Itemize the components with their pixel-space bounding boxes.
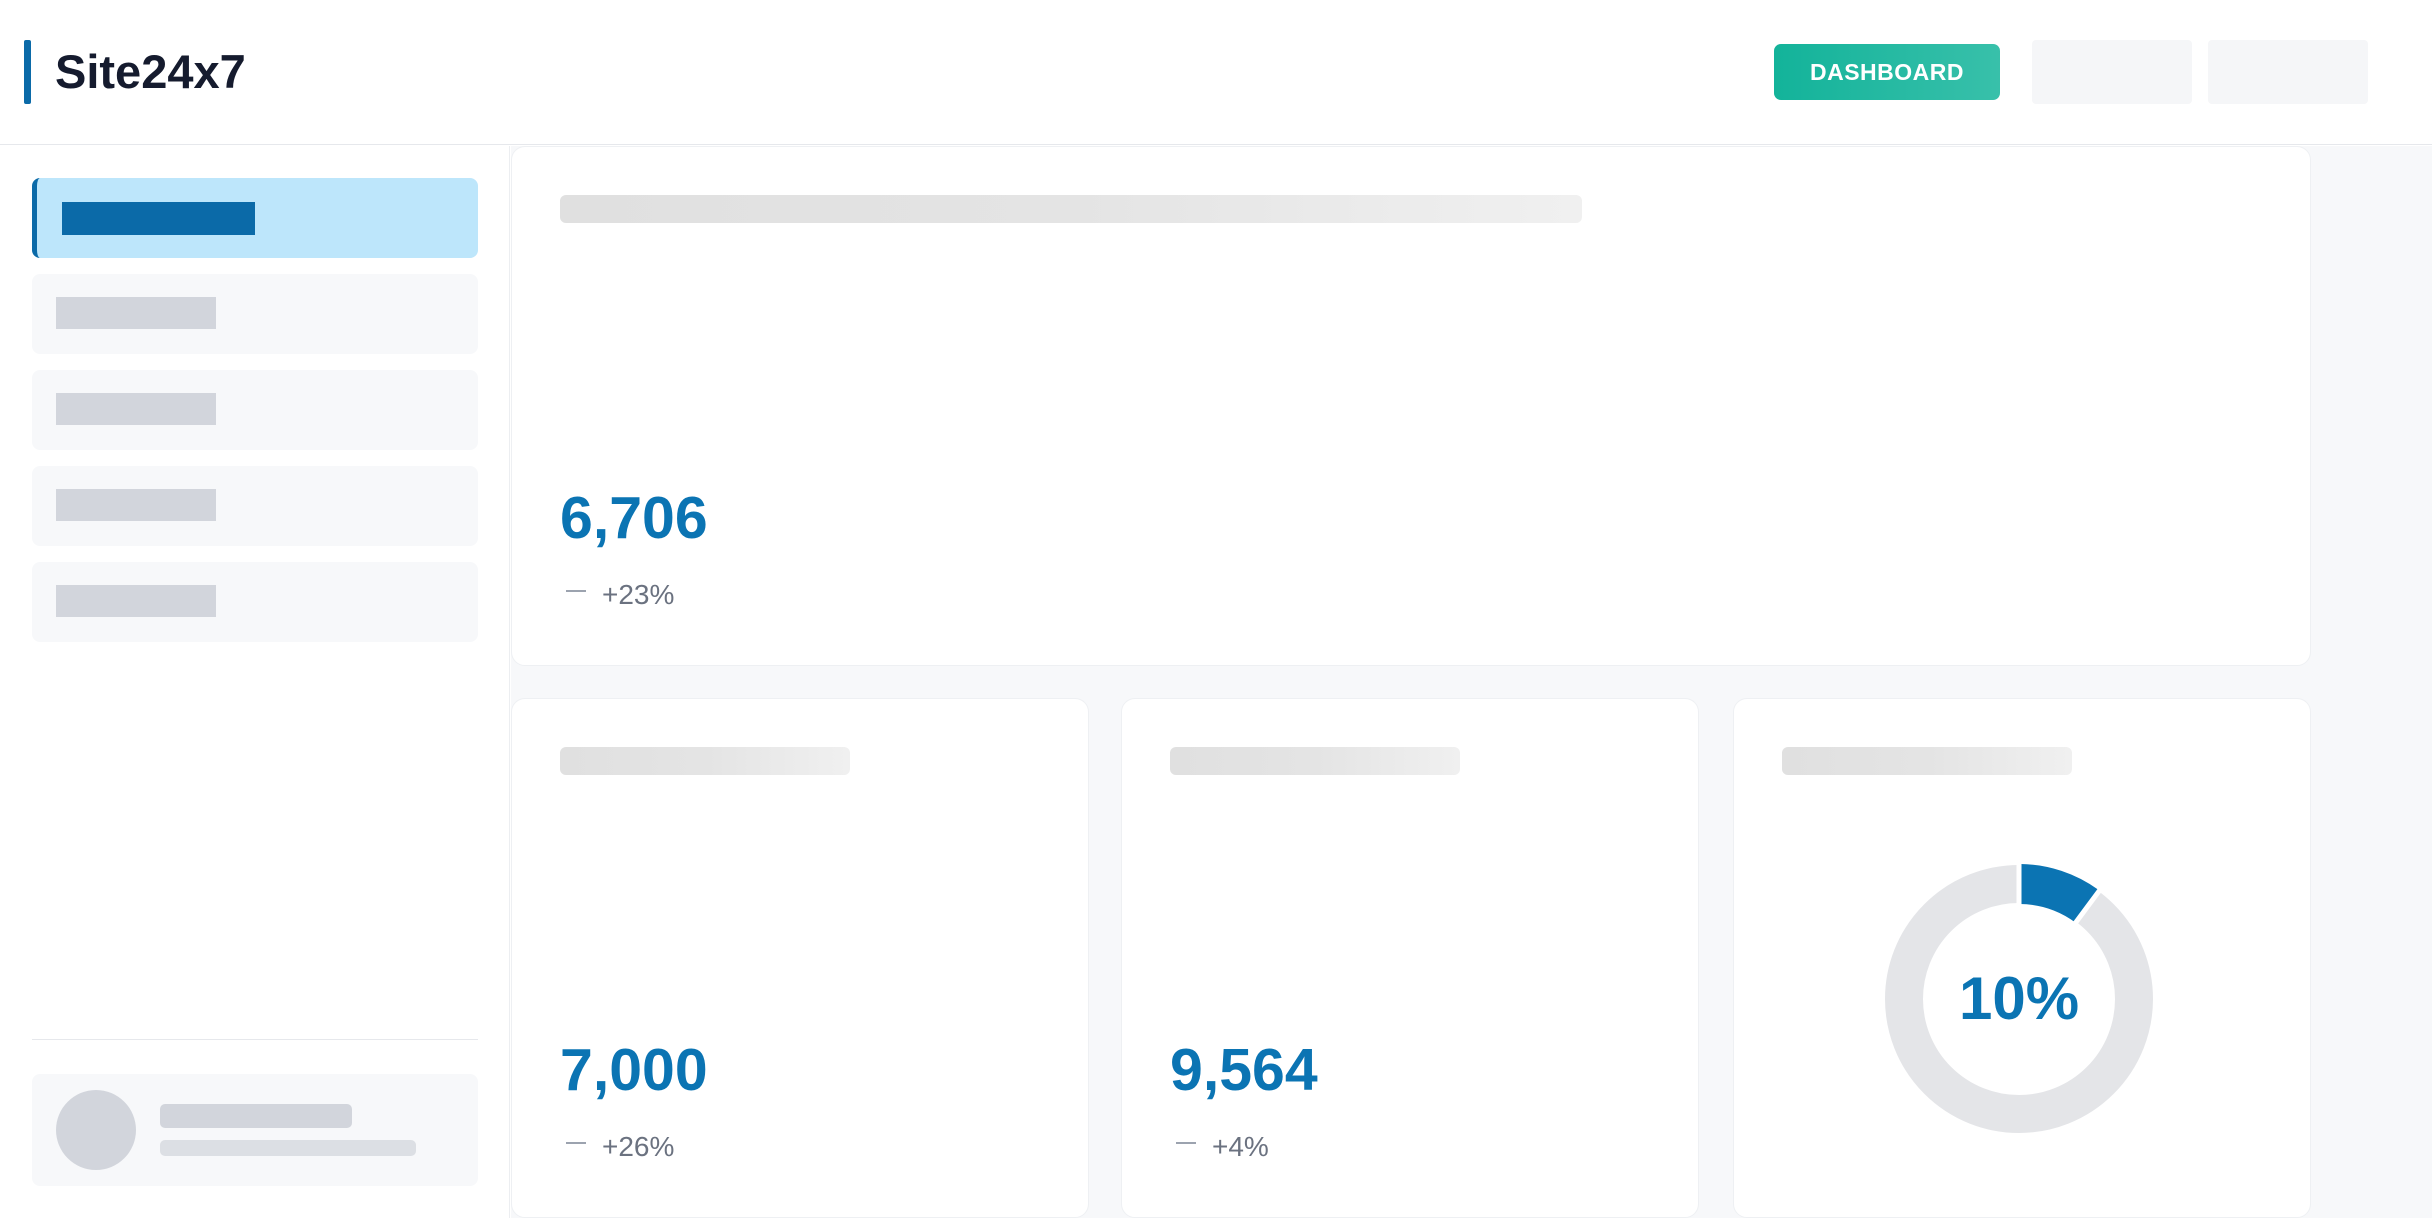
metric-value: 9,564 — [1170, 1037, 1318, 1103]
dashboard-button[interactable]: DASHBOARD — [1774, 44, 2000, 100]
user-name-placeholder — [160, 1104, 352, 1128]
card-title-placeholder — [560, 747, 850, 775]
main-content: 6,706 +23% 7,000 +26% 9,564 +4% 10% — [511, 146, 2432, 1218]
metric-card-large: 6,706 +23% — [511, 146, 2311, 666]
sidebar-item[interactable] — [32, 370, 478, 450]
donut-percent-label: 10% — [1958, 965, 2080, 1032]
user-meta-placeholder — [160, 1140, 416, 1156]
brand-title: Site24x7 — [55, 45, 246, 98]
trend-percent: +4% — [1212, 1131, 1269, 1162]
metric-card: 7,000 +26% — [511, 698, 1089, 1218]
sidebar-item-label-placeholder — [56, 489, 216, 521]
avatar — [56, 1090, 136, 1170]
metric-value: 6,706 — [560, 485, 708, 551]
sidebar-item-active[interactable] — [32, 178, 478, 258]
sidebar-item-label-placeholder — [56, 393, 216, 425]
donut-chart: 10% — [1884, 863, 2154, 1134]
metric-trend: +26% — [560, 1132, 674, 1162]
sidebar-divider — [32, 1039, 478, 1040]
sidebar — [0, 146, 510, 1218]
header-action-placeholder[interactable] — [2208, 40, 2368, 104]
sidebar-item[interactable] — [32, 466, 478, 546]
user-profile[interactable] — [32, 1074, 478, 1186]
brand-accent-bar — [24, 40, 31, 104]
sidebar-item[interactable] — [32, 274, 478, 354]
trend-percent: +23% — [602, 579, 675, 610]
sidebar-item-label-placeholder — [56, 297, 216, 329]
trend-neutral-icon — [566, 589, 586, 592]
metric-trend: +23% — [560, 580, 674, 610]
sidebar-item-label-placeholder — [56, 585, 216, 617]
sidebar-item[interactable] — [32, 562, 478, 642]
card-title-placeholder — [1170, 747, 1460, 775]
metric-value: 7,000 — [560, 1037, 708, 1103]
donut-card: 10% — [1733, 698, 2311, 1218]
top-header: Site24x7 DASHBOARD — [0, 0, 2432, 145]
metric-card: 9,564 +4% — [1121, 698, 1699, 1218]
trend-percent: +26% — [602, 1131, 675, 1162]
card-title-placeholder — [560, 195, 1582, 223]
header-action-placeholder[interactable] — [2032, 40, 2192, 104]
trend-neutral-icon — [566, 1141, 586, 1144]
metric-trend: +4% — [1170, 1132, 1269, 1162]
sidebar-item-label-placeholder — [62, 202, 255, 235]
trend-neutral-icon — [1176, 1141, 1196, 1144]
card-title-placeholder — [1782, 747, 2072, 775]
